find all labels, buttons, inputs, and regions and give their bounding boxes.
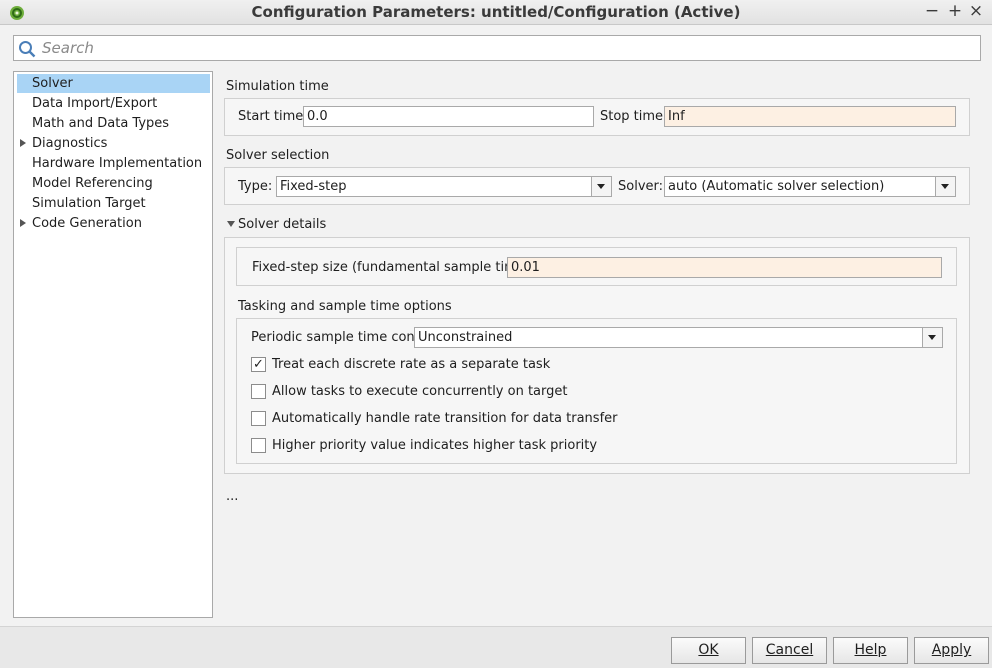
type-label: Type: [238, 179, 273, 194]
sidebar-item-diagnostics[interactable]: Diagnostics [17, 134, 210, 153]
tasking-title: Tasking and sample time options [238, 299, 452, 314]
checkbox-higher-priority[interactable] [251, 438, 266, 453]
dialog-footer: OK Cancel Help Apply [0, 626, 992, 668]
start-time-label: Start time: [238, 109, 308, 124]
search-input[interactable] [40, 38, 970, 58]
sidebar-item-model-referencing[interactable]: Model Referencing [17, 174, 210, 193]
solver-panel: Simulation time Start time: 0.0 Stop tim… [222, 71, 982, 618]
checkbox-higher-priority-label: Higher priority value indicates higher t… [272, 438, 598, 453]
window-title: Configuration Parameters: untitled/Confi… [251, 3, 741, 21]
solver-details-title[interactable]: Solver details [238, 217, 326, 232]
category-tree[interactable]: Solver Data Import/Export Math and Data … [13, 71, 213, 618]
tasking-group: Periodic sample time constraint: Unconst… [236, 318, 957, 464]
sidebar-item-solver[interactable]: Solver [17, 74, 210, 93]
checkbox-separate-task-label: Treat each discrete rate as a separate t… [272, 357, 551, 372]
sidebar-item-label: Code Generation [32, 216, 142, 231]
checkbox-rate-transition[interactable] [251, 411, 266, 426]
minimize-button[interactable]: − [923, 1, 941, 21]
simulation-time-group: Start time: 0.0 Stop time: Inf [224, 98, 970, 136]
expand-arrow-icon[interactable] [20, 139, 26, 147]
sidebar-item-code-generation[interactable]: Code Generation [17, 214, 210, 233]
solver-dropdown[interactable]: auto (Automatic solver selection) [664, 176, 956, 197]
sidebar-item-simulation-target[interactable]: Simulation Target [17, 194, 210, 213]
stop-time-field[interactable]: Inf [664, 106, 956, 127]
simulation-time-title: Simulation time [226, 79, 329, 94]
title-bar: Configuration Parameters: untitled/Confi… [0, 0, 992, 25]
periodic-constraint-value: Unconstrained [418, 330, 513, 345]
cancel-button[interactable]: Cancel [752, 637, 827, 664]
sidebar-item-label: Data Import/Export [32, 96, 158, 111]
solver-selection-title: Solver selection [226, 148, 330, 163]
solver-selection-group: Type: Fixed-step Solver: auto (Automatic… [224, 167, 970, 205]
stop-time-label: Stop time: [600, 109, 668, 124]
more-options-link[interactable]: ... [226, 489, 238, 504]
type-dropdown[interactable]: Fixed-step [276, 176, 612, 197]
fixed-step-field[interactable]: 0.01 [507, 257, 942, 278]
type-dropdown-value: Fixed-step [280, 179, 347, 194]
dropdown-arrow-icon[interactable] [935, 177, 955, 196]
sidebar-item-label: Solver [32, 76, 73, 91]
checkbox-separate-task[interactable]: ✓ [251, 357, 266, 372]
checkbox-rate-transition-label: Automatically handle rate transition for… [272, 411, 618, 426]
collapse-arrow-icon[interactable] [227, 221, 235, 227]
dropdown-arrow-icon[interactable] [591, 177, 611, 196]
sidebar-item-label: Model Referencing [32, 176, 153, 191]
checkbox-concurrent-tasks-label: Allow tasks to execute concurrently on t… [272, 384, 568, 399]
sidebar-item-label: Math and Data Types [32, 116, 170, 131]
search-box[interactable] [13, 35, 981, 61]
sidebar-item-label: Simulation Target [32, 196, 146, 211]
help-button[interactable]: Help [833, 637, 908, 664]
start-time-field[interactable]: 0.0 [303, 106, 594, 127]
sidebar-item-math-and-data-types[interactable]: Math and Data Types [17, 114, 210, 133]
ok-button[interactable]: OK [671, 637, 746, 664]
solver-dropdown-value: auto (Automatic solver selection) [668, 179, 885, 194]
checkbox-concurrent-tasks[interactable] [251, 384, 266, 399]
sidebar-item-label: Hardware Implementation [32, 156, 203, 171]
search-icon [19, 41, 36, 58]
solver-details-group: Fixed-step size (fundamental sample time… [224, 237, 970, 474]
periodic-constraint-dropdown[interactable]: Unconstrained [414, 327, 943, 348]
maximize-button[interactable]: + [946, 1, 964, 21]
dropdown-arrow-icon[interactable] [922, 328, 942, 347]
solver-label: Solver: [618, 179, 664, 194]
expand-arrow-icon[interactable] [20, 219, 26, 227]
close-button[interactable]: × [967, 1, 985, 21]
fixed-step-label: Fixed-step size (fundamental sample time… [252, 260, 535, 275]
sidebar-item-data-import-export[interactable]: Data Import/Export [17, 94, 210, 113]
fixed-step-group: Fixed-step size (fundamental sample time… [236, 247, 957, 286]
sidebar-item-hardware-implementation[interactable]: Hardware Implementation [17, 154, 210, 173]
apply-button[interactable]: Apply [914, 637, 989, 664]
sidebar-item-label: Diagnostics [32, 136, 108, 151]
